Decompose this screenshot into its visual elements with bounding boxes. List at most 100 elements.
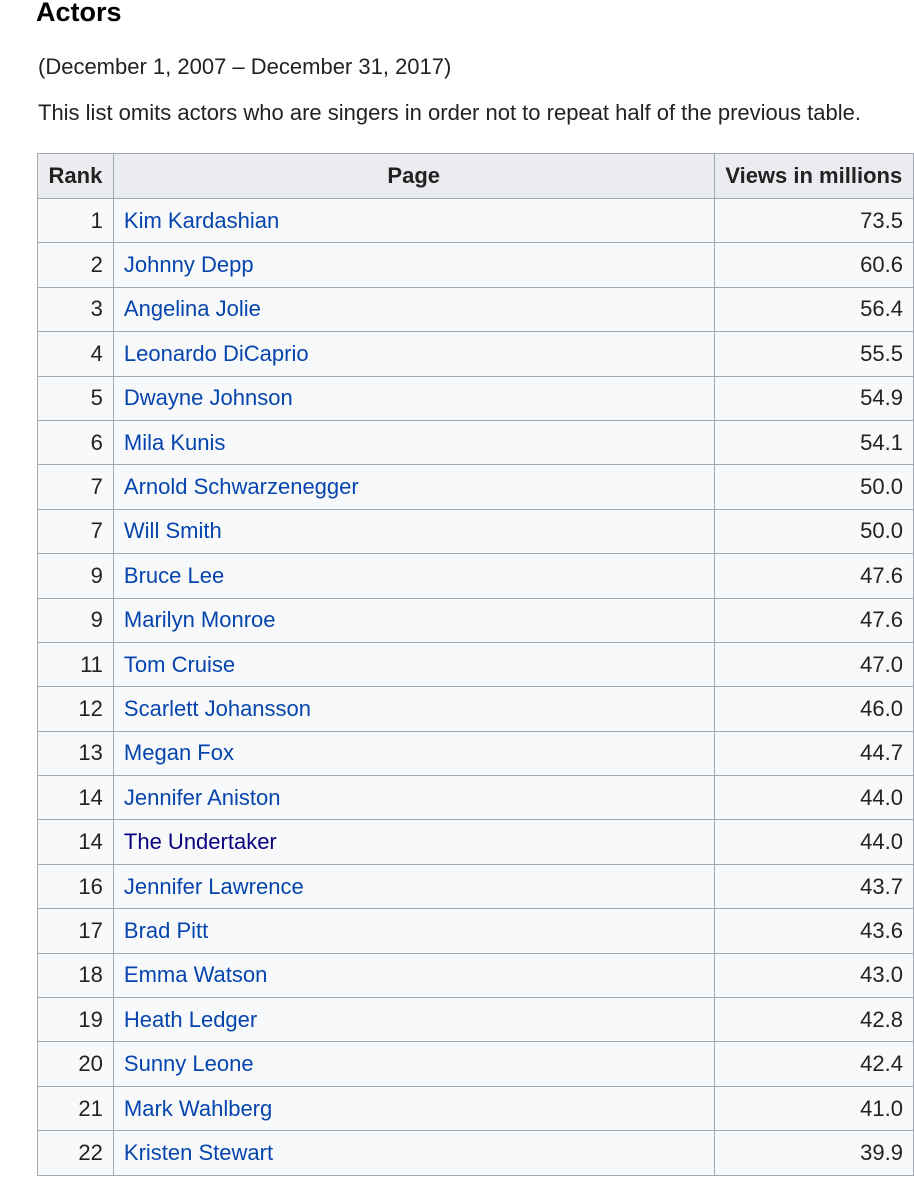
table-row: 13 Megan Fox 44.7 [37,730,914,777]
page-cell: Scarlett Johansson [112,686,715,732]
page-link[interactable]: Sunny Leone [124,1051,254,1076]
header-views[interactable]: Views in millions [713,153,914,199]
page-cell: Jennifer Lawrence [112,863,715,910]
rank-cell: 16 [37,863,114,910]
views-cell: 41.0 [713,1085,914,1132]
page-cell: Tom Cruise [112,641,715,688]
page-link[interactable]: Kim Kardashian [124,208,279,233]
page-link[interactable]: Marilyn Monroe [124,607,276,632]
rank-cell: 20 [37,1041,114,1087]
table-row: 14 Jennifer Aniston 44.0 [37,775,914,821]
views-cell: 39.9 [713,1130,914,1176]
table-row: 9 Bruce Lee 47.6 [37,553,914,599]
page-cell: The Undertaker [112,819,715,865]
page-link[interactable]: Johnny Depp [124,252,254,277]
header-rank[interactable]: Rank [37,153,114,199]
actors-table: Rank Page Views in millions 1 Kim Kardash… [37,153,914,1176]
page-link[interactable]: Jennifer Lawrence [124,874,304,899]
table-row: 9 Marilyn Monroe 47.6 [37,597,914,643]
rank-cell: 17 [37,908,114,954]
rank-cell: 11 [37,641,114,688]
page-link[interactable]: Tom Cruise [124,652,235,677]
table-row: 12 Scarlett Johansson 46.0 [37,686,914,732]
table-row: 19 Heath Ledger 42.8 [37,997,914,1043]
views-cell: 54.1 [713,419,914,466]
page-link[interactable]: Will Smith [124,518,222,543]
rank-cell: 19 [37,997,114,1043]
views-cell: 42.4 [713,1041,914,1087]
page-cell: Mila Kunis [112,419,715,466]
table-row: 3 Angelina Jolie 56.4 [37,286,914,333]
page-link[interactable]: Heath Ledger [124,1007,257,1032]
page-cell: Heath Ledger [112,997,715,1043]
page-link[interactable]: Brad Pitt [124,918,208,943]
section-heading: Actors [36,0,122,27]
table-row: 16 Jennifer Lawrence 43.7 [37,863,914,910]
rank-cell: 4 [37,331,114,377]
table-row: 22 Kristen Stewart 39.9 [37,1130,914,1176]
table-row: 17 Brad Pitt 43.6 [37,908,914,954]
rank-cell: 9 [37,597,114,643]
views-cell: 55.5 [713,331,914,377]
page-link[interactable]: Kristen Stewart [124,1140,273,1165]
table-row: 21 Mark Wahlberg 41.0 [37,1085,914,1132]
page-cell: Mark Wahlberg [112,1085,715,1132]
page-cell: Dwayne Johnson [112,375,715,421]
table-note-text: This list omits actors who are singers i… [38,100,861,125]
page-link[interactable]: Jennifer Aniston [124,785,281,810]
rank-cell: 22 [37,1130,114,1176]
views-cell: 44.0 [713,819,914,865]
page-link[interactable]: Dwayne Johnson [124,385,293,410]
page-link[interactable]: The Undertaker [124,829,277,854]
page-link[interactable]: Leonardo DiCaprio [124,341,309,366]
rank-cell: 5 [37,375,114,421]
page-link[interactable]: Megan Fox [124,740,234,765]
views-cell: 43.6 [713,908,914,954]
page-cell: Arnold Schwarzenegger [112,464,715,510]
rank-cell: 3 [37,286,114,333]
views-cell: 43.7 [713,863,914,910]
page-cell: Angelina Jolie [112,286,715,333]
page-cell: Will Smith [112,508,715,555]
table-row: 7 Will Smith 50.0 [37,508,914,555]
rank-cell: 2 [37,242,114,288]
table-row: 18 Emma Watson 43.0 [37,952,914,999]
page-link[interactable]: Emma Watson [124,962,267,987]
page-cell: Bruce Lee [112,553,715,599]
page-link[interactable]: Mark Wahlberg [124,1096,272,1121]
views-cell: 54.9 [713,375,914,421]
page-cell: Brad Pitt [112,908,715,954]
views-cell: 60.6 [713,242,914,288]
table-row: 1 Kim Kardashian 73.5 [37,197,914,244]
date-range-text: (December 1, 2007 – December 31, 2017) [38,54,452,79]
table-body: 1 Kim Kardashian 73.5 2 Johnny Depp 60.6 3 Ange… [37,197,914,1176]
views-cell: 43.0 [713,952,914,999]
page-link[interactable]: Angelina Jolie [124,296,261,321]
page-cell: Kristen Stewart [112,1130,715,1176]
page-cell: Sunny Leone [112,1041,715,1087]
page-cell: Jennifer Aniston [112,775,715,821]
page-cell: Marilyn Monroe [112,597,715,643]
rank-cell: 7 [37,508,114,555]
page-link[interactable]: Arnold Schwarzenegger [124,474,359,499]
views-cell: 73.5 [713,197,914,244]
page-cell: Leonardo DiCaprio [112,331,715,377]
table-header-row: Rank Page Views in millions [37,153,914,199]
table-row: 7 Arnold Schwarzenegger 50.0 [37,464,914,510]
views-cell: 56.4 [713,286,914,333]
views-cell: 44.7 [713,730,914,777]
rank-cell: 14 [37,819,114,865]
rank-cell: 18 [37,952,114,999]
page-cell: Kim Kardashian [112,197,715,244]
table-row: 20 Sunny Leone 42.4 [37,1041,914,1087]
header-page[interactable]: Page [112,153,715,199]
page-link[interactable]: Mila Kunis [124,430,225,455]
page-link[interactable]: Scarlett Johansson [124,696,311,721]
views-cell: 50.0 [713,508,914,555]
views-cell: 50.0 [713,464,914,510]
rank-cell: 13 [37,730,114,777]
rank-cell: 14 [37,775,114,821]
rank-cell: 6 [37,419,114,466]
page-link[interactable]: Bruce Lee [124,563,224,588]
rank-cell: 1 [37,197,114,244]
